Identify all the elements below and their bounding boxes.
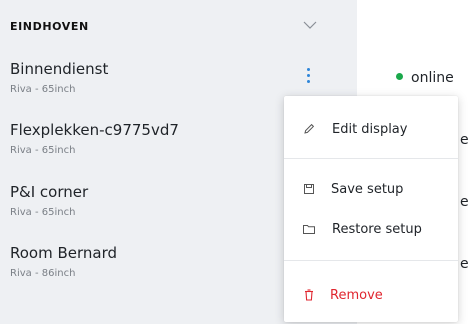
- device-name: P&I corner: [10, 183, 89, 201]
- chevron-down-icon[interactable]: [303, 20, 317, 30]
- restore-setup-menu-item[interactable]: Restore setup: [284, 210, 458, 250]
- status-label-partial: e: [460, 132, 468, 148]
- device-meta: Riva - 86inch: [10, 268, 76, 279]
- menu-item-label: Edit display: [332, 122, 408, 137]
- device-name: Room Bernard: [10, 244, 118, 262]
- edit-display-menu-item[interactable]: Edit display: [284, 110, 458, 150]
- group-title: EINDHOVEN: [10, 20, 89, 33]
- status-label-partial: e: [460, 256, 468, 272]
- status-label-partial: e: [460, 194, 468, 210]
- group-header[interactable]: EINDHOVEN: [0, 8, 357, 44]
- save-setup-menu-item[interactable]: Save setup: [284, 170, 458, 210]
- trash-icon: [305, 289, 313, 301]
- remove-menu-item[interactable]: Remove: [284, 276, 458, 316]
- menu-item-label: Save setup: [331, 182, 404, 197]
- save-icon: [304, 184, 314, 194]
- online-status-dot: [396, 73, 403, 80]
- context-menu: Edit display Save setup Restore setup Re…: [284, 96, 458, 322]
- menu-divider: [284, 158, 458, 159]
- menu-item-label: Restore setup: [332, 222, 422, 237]
- device-name: Binnendienst: [10, 60, 109, 78]
- status-label: online: [411, 70, 454, 86]
- device-meta: Riva - 65inch: [10, 84, 76, 95]
- status-online: online: [396, 70, 454, 86]
- device-meta: Riva - 65inch: [10, 207, 76, 218]
- more-options-icon[interactable]: [305, 66, 313, 84]
- menu-item-label: Remove: [330, 288, 383, 303]
- folder-icon: [303, 225, 315, 234]
- menu-divider: [284, 260, 458, 261]
- device-meta: Riva - 65inch: [10, 145, 76, 156]
- pencil-icon: [304, 123, 315, 134]
- device-name: Flexplekken-c9775vd7: [10, 121, 179, 139]
